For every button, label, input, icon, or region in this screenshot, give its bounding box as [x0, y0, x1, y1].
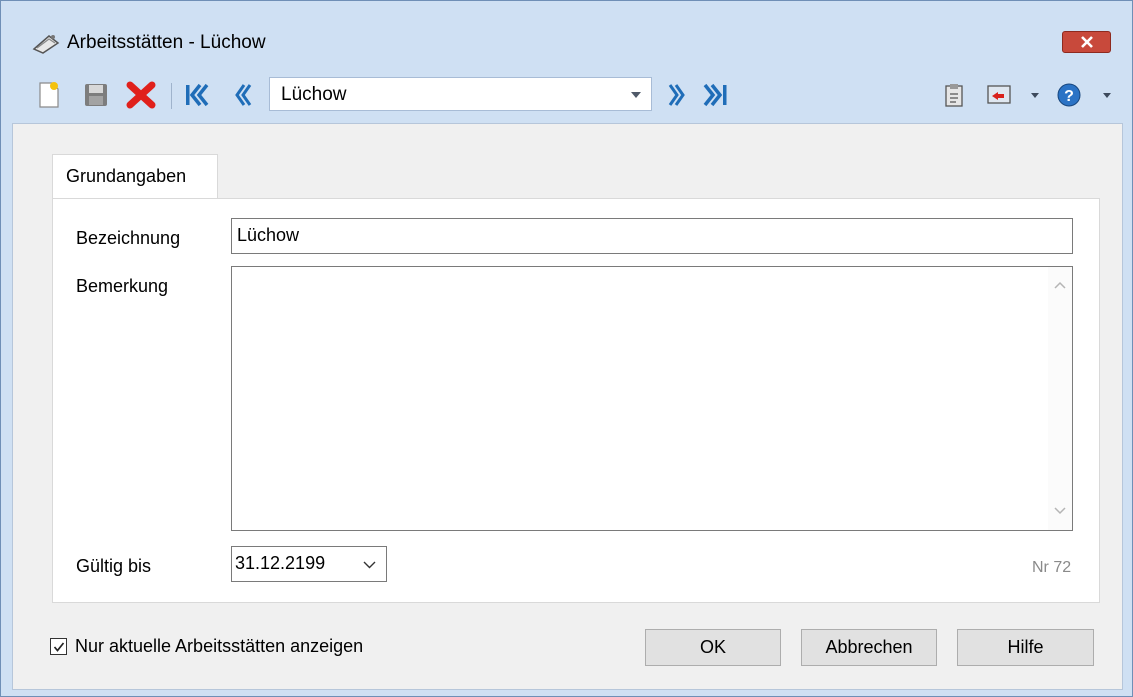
scroll-down-icon[interactable]	[1054, 507, 1066, 515]
toolbar: Lüchow ?	[1, 73, 1132, 123]
delete-icon	[126, 81, 156, 109]
previous-record-icon	[235, 84, 252, 106]
help-button[interactable]: ?	[1053, 77, 1085, 113]
workplace-app-icon	[32, 35, 60, 54]
gueltig-bis-datepicker[interactable]: 31.12.2199	[231, 546, 387, 582]
first-record-button[interactable]	[181, 77, 211, 113]
next-record-button[interactable]	[665, 77, 691, 113]
chevron-down-icon	[1031, 92, 1039, 98]
next-record-icon	[668, 84, 685, 106]
record-number: Nr 72	[1032, 559, 1072, 576]
new-button[interactable]	[34, 77, 64, 113]
bezeichnung-value: Lüchow	[237, 225, 300, 245]
record-selector[interactable]: Lüchow	[269, 77, 652, 111]
save-button[interactable]	[81, 77, 111, 113]
vertical-scrollbar[interactable]	[1048, 267, 1072, 530]
record-selector-value: Lüchow	[281, 84, 347, 105]
help-dropdown[interactable]	[1099, 77, 1115, 113]
help-text-button[interactable]: Hilfe	[957, 629, 1094, 666]
clipboard-icon	[945, 84, 963, 107]
cancel-button[interactable]: Abbrechen	[801, 629, 937, 666]
gueltig-bis-value: 31.12.2199	[235, 553, 326, 573]
close-button[interactable]	[1062, 31, 1111, 53]
previous-record-button[interactable]	[229, 77, 255, 113]
current-only-checkbox[interactable]	[50, 638, 67, 655]
new-icon	[39, 82, 59, 108]
bemerkung-label: Bemerkung	[76, 276, 169, 296]
title-bar[interactable]: Arbeitsstätten - Lüchow	[1, 1, 1132, 61]
tab-label: Grundangaben	[66, 166, 187, 186]
help-icon: ?	[1057, 83, 1081, 107]
ok-button[interactable]: OK	[645, 629, 781, 666]
export-dropdown[interactable]	[1027, 77, 1043, 113]
window-title: Arbeitsstätten - Lüchow	[67, 32, 266, 53]
chevron-down-icon[interactable]	[363, 561, 376, 569]
delete-button[interactable]	[122, 77, 160, 113]
scroll-up-icon[interactable]	[1054, 281, 1066, 289]
svg-text:?: ?	[1064, 88, 1074, 105]
chevron-down-icon[interactable]	[631, 92, 641, 98]
bezeichnung-label: Bezeichnung	[76, 228, 181, 248]
dialog-window: Arbeitsstätten - Lüchow Lüchow ? Grundan…	[0, 0, 1133, 697]
last-record-icon	[703, 83, 727, 107]
dialog-content: Grundangaben Bezeichnung Lüchow Bemerkun…	[12, 123, 1123, 690]
current-only-label[interactable]: Nur aktuelle Arbeitsstätten anzeigen	[75, 636, 363, 657]
toolbar-separator	[171, 83, 172, 109]
chevron-down-icon	[1103, 92, 1111, 98]
export-button[interactable]	[983, 77, 1015, 113]
checkmark-icon	[53, 642, 65, 652]
bemerkung-textarea[interactable]	[231, 266, 1073, 531]
tab-panel: Bezeichnung Lüchow Bemerkung Gültig bis	[52, 198, 1100, 603]
save-icon	[85, 84, 107, 106]
export-icon	[987, 85, 1011, 104]
tab-grundangaben[interactable]: Grundangaben	[52, 154, 218, 198]
bezeichnung-input[interactable]: Lüchow	[231, 218, 1073, 254]
gueltig-bis-label: Gültig bis	[76, 556, 152, 576]
last-record-button[interactable]	[701, 77, 731, 113]
first-record-icon	[186, 83, 209, 107]
clipboard-button[interactable]	[941, 77, 967, 113]
close-icon	[1080, 36, 1093, 48]
